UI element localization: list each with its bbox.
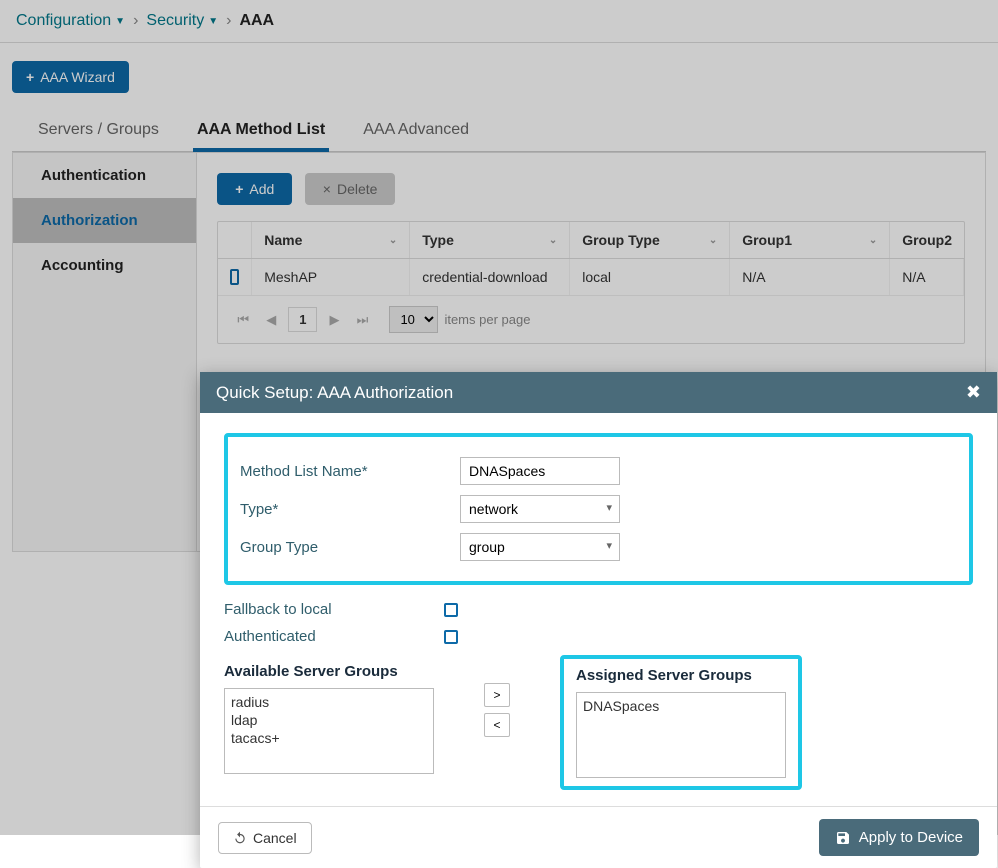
highlight-assigned: Assigned Server Groups DNASpaces [560, 655, 802, 790]
cancel-label: Cancel [253, 830, 297, 846]
available-groups-list[interactable]: radius ldap tacacs+ [224, 688, 434, 774]
label-group-type: Group Type [240, 539, 460, 556]
assigned-groups-list[interactable]: DNASpaces [576, 692, 786, 778]
method-list-name-input[interactable] [460, 457, 620, 485]
label-authenticated: Authenticated [224, 628, 444, 645]
label-fallback: Fallback to local [224, 601, 444, 618]
fallback-checkbox[interactable] [444, 603, 458, 617]
list-item[interactable]: tacacs+ [231, 729, 427, 747]
authenticated-checkbox[interactable] [444, 630, 458, 644]
highlight-main-fields: Method List Name* Type* network Group Ty… [224, 433, 973, 585]
list-item[interactable]: radius [231, 693, 427, 711]
group-type-select[interactable]: group [460, 533, 620, 561]
label-available-groups: Available Server Groups [224, 663, 434, 680]
label-type: Type* [240, 501, 460, 518]
modal-header: Quick Setup: AAA Authorization ✖ [200, 372, 997, 413]
list-item[interactable]: ldap [231, 711, 427, 729]
save-icon [835, 830, 851, 846]
list-item[interactable]: DNASpaces [583, 697, 779, 715]
undo-icon [233, 831, 247, 845]
modal-quick-setup: Quick Setup: AAA Authorization ✖ Method … [200, 372, 997, 868]
close-icon[interactable]: ✖ [966, 382, 981, 403]
move-left-button[interactable]: < [484, 713, 510, 737]
modal-title: Quick Setup: AAA Authorization [216, 383, 453, 403]
type-select[interactable]: network [460, 495, 620, 523]
cancel-button[interactable]: Cancel [218, 822, 312, 854]
apply-button[interactable]: Apply to Device [819, 819, 979, 856]
apply-label: Apply to Device [859, 829, 963, 846]
label-assigned-groups: Assigned Server Groups [576, 667, 786, 684]
move-right-button[interactable]: > [484, 683, 510, 707]
label-method-list-name: Method List Name* [240, 463, 460, 480]
